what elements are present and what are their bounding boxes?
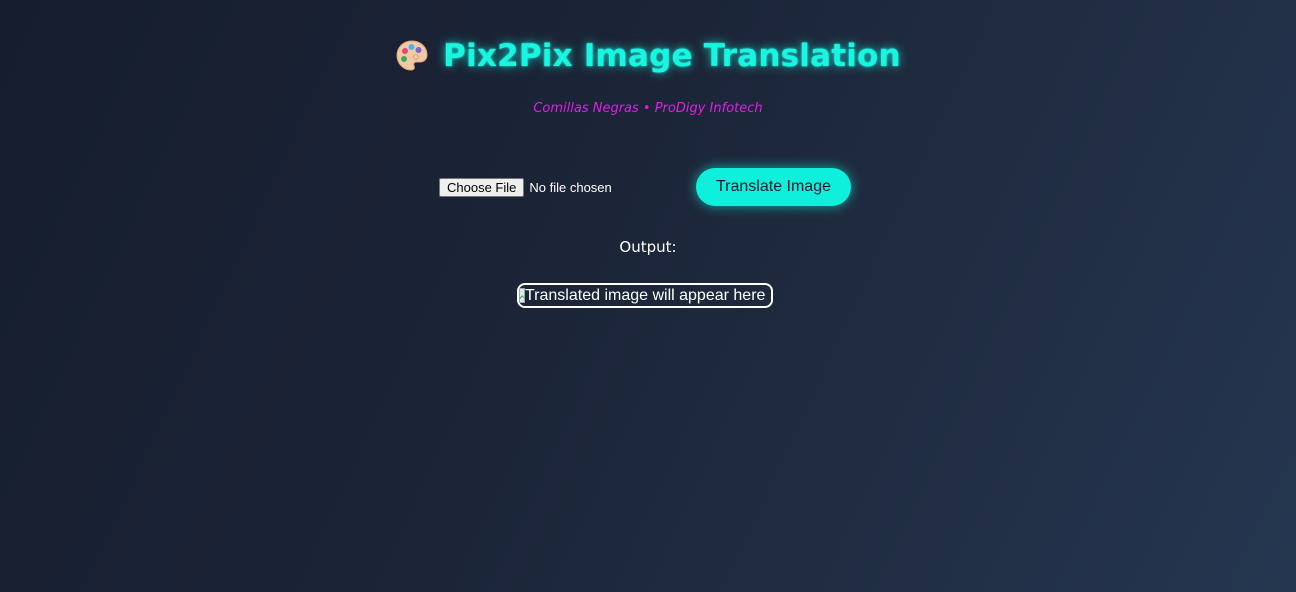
output-image-alt-text: Translated image will appear here <box>525 286 766 304</box>
file-status-text: No file chosen <box>529 180 612 195</box>
output-image: Translated image will appear here <box>517 283 773 308</box>
translate-image-button[interactable]: Translate Image <box>696 168 851 206</box>
choose-file-button[interactable]: Choose File <box>439 178 525 197</box>
page-subtitle: Comillas Negras • ProDigy Infotech <box>533 101 763 116</box>
title-text: Pix2Pix Image Translation <box>443 38 901 74</box>
palette-icon <box>395 39 429 73</box>
page-header: Pix2Pix Image Translation <box>0 38 1296 78</box>
file-input[interactable]: Choose File No file chosen <box>439 178 612 197</box>
page-title: Pix2Pix Image Translation <box>395 38 901 74</box>
output-label: Output: <box>619 238 677 256</box>
